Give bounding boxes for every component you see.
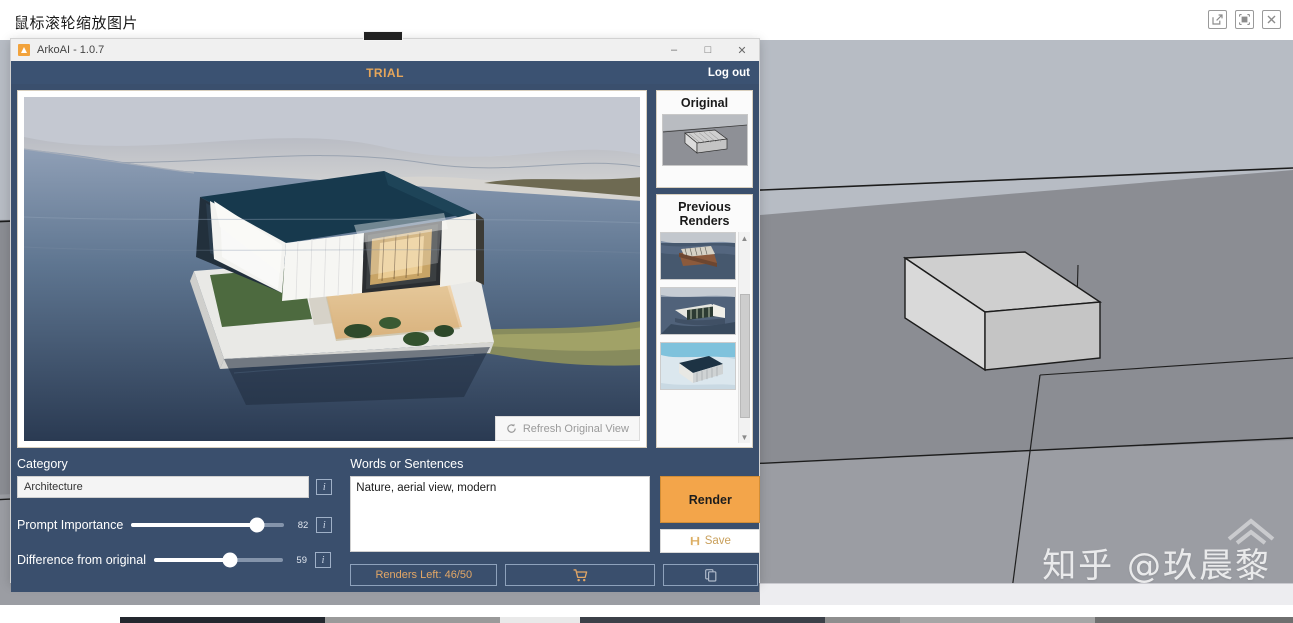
action-buttons-column: Render Save [660, 476, 761, 553]
original-section: Original [656, 90, 753, 188]
outer-window-controls [1208, 10, 1281, 29]
refresh-original-view-button[interactable]: Refresh Original View [494, 416, 640, 441]
buy-credits-button[interactable] [505, 564, 656, 586]
copy-button[interactable] [663, 564, 759, 586]
refresh-icon [507, 423, 516, 433]
difference-from-original-label: Difference from original [17, 553, 146, 567]
previous-renders-title: Previous Renders [678, 200, 731, 228]
arkoai-controls-section: Category i Prompt Importance 82 i [17, 448, 761, 586]
prompt-importance-label: Prompt Importance [17, 518, 124, 532]
restore-window-icon[interactable] [1235, 10, 1254, 29]
original-title: Original [680, 96, 729, 110]
trial-banner: TRIAL Log out [11, 61, 759, 84]
prompt-importance-row: Prompt Importance 82 i [17, 517, 333, 533]
floating-overlay-sliver [363, 31, 403, 41]
difference-from-original-row: Difference from original 59 i [17, 552, 332, 568]
category-label: Category [17, 457, 68, 471]
render-preview-pane[interactable]: Refresh Original View [17, 90, 647, 448]
render-button[interactable]: Render [660, 476, 761, 523]
shopping-cart-icon [573, 568, 588, 581]
prompt-textarea[interactable] [350, 476, 651, 552]
close-window-icon[interactable] [1262, 10, 1281, 29]
taskbar-segment [900, 617, 1095, 623]
arkoai-app-icon [18, 44, 30, 56]
open-external-icon[interactable] [1208, 10, 1227, 29]
arkoai-window-title: ArkoAI - 1.0.7 [37, 44, 105, 56]
save-button[interactable]: Save [660, 529, 761, 553]
previous-renders-scrollbar[interactable]: ▲ ▼ [738, 232, 750, 443]
previous-render-thumbnail[interactable] [660, 287, 736, 335]
prompt-importance-slider[interactable] [131, 517, 285, 533]
taskbar-segment [120, 617, 325, 623]
arkoai-titlebar[interactable]: ArkoAI - 1.0.7 – □ ✕ [11, 39, 759, 61]
category-row: i [17, 476, 333, 498]
scroll-up-icon[interactable]: ▲ [739, 232, 751, 244]
original-thumbnail[interactable] [661, 114, 748, 166]
watermark-logo-icon [1227, 518, 1275, 545]
previous-render-thumbnail[interactable] [660, 232, 736, 280]
category-input[interactable] [17, 476, 310, 498]
right-controls: Words or Sentences Render S [350, 457, 761, 586]
previous-renders-list [660, 232, 738, 443]
prompt-importance-handle[interactable] [249, 517, 265, 533]
scrollbar-thumb[interactable] [740, 294, 750, 418]
arkoai-upper-section: Refresh Original View Original Previous … [17, 90, 753, 448]
prompt-row: Render Save [350, 476, 761, 553]
renders-left-button[interactable]: Renders Left: 46/50 [350, 564, 498, 586]
taskbar-segment [0, 617, 120, 623]
bottom-button-row: Renders Left: 46/50 [350, 564, 760, 586]
outer-window-title: 鼠标滚轮缩放图片 [14, 15, 139, 32]
previous-render-thumbnail[interactable] [660, 342, 736, 390]
viewport-status-strip [760, 583, 1293, 605]
outer-window-titlebar: 鼠标滚轮缩放图片 [0, 0, 1293, 40]
minimize-button[interactable]: – [657, 39, 691, 61]
taskbar-segment [580, 617, 825, 623]
refresh-original-view-label: Refresh Original View [522, 422, 629, 435]
category-info-icon[interactable]: i [316, 479, 333, 495]
left-controls: Category i Prompt Importance 82 i [17, 457, 333, 586]
taskbar-segment [825, 617, 900, 623]
difference-from-original-handle[interactable] [222, 552, 238, 568]
difference-from-original-info-icon[interactable]: i [315, 552, 331, 568]
previous-renders-section: Previous Renders ▲ ▼ [656, 194, 753, 448]
copy-icon [704, 568, 717, 582]
previous-renders-scroll-area[interactable]: ▲ ▼ [657, 232, 752, 447]
arkoai-window-controls: – □ ✕ [657, 39, 759, 61]
floppy-disk-icon [690, 536, 699, 546]
taskbar-segment [1095, 617, 1293, 623]
screen-root: 鼠标滚轮缩放图片 知乎 @玖晨黎 ArkoAI - 1.0.7 – □ ✕ TR… [0, 0, 1293, 623]
trial-badge: TRIAL [366, 65, 404, 80]
scroll-down-icon[interactable]: ▼ [739, 431, 751, 443]
prompt-label: Words or Sentences [350, 457, 464, 471]
arkoai-window: ArkoAI - 1.0.7 – □ ✕ TRIAL Log out Refre… [10, 38, 761, 592]
rendered-image[interactable] [24, 97, 640, 441]
save-label: Save [704, 535, 731, 547]
difference-from-original-value: 59 [296, 554, 307, 566]
close-button[interactable]: ✕ [725, 39, 759, 61]
prompt-importance-info-icon[interactable]: i [316, 517, 333, 533]
taskbar-segment [500, 617, 580, 623]
side-panel: Original Previous Renders ▲ ▼ [656, 90, 753, 448]
arkoai-body: Refresh Original View Original Previous … [11, 84, 761, 592]
difference-from-original-slider[interactable] [154, 552, 283, 568]
taskbar-strip[interactable] [0, 617, 1293, 623]
prompt-importance-value: 82 [297, 519, 309, 531]
maximize-button[interactable]: □ [691, 39, 725, 61]
taskbar-segment [325, 617, 500, 623]
logout-button[interactable]: Log out [708, 67, 750, 79]
